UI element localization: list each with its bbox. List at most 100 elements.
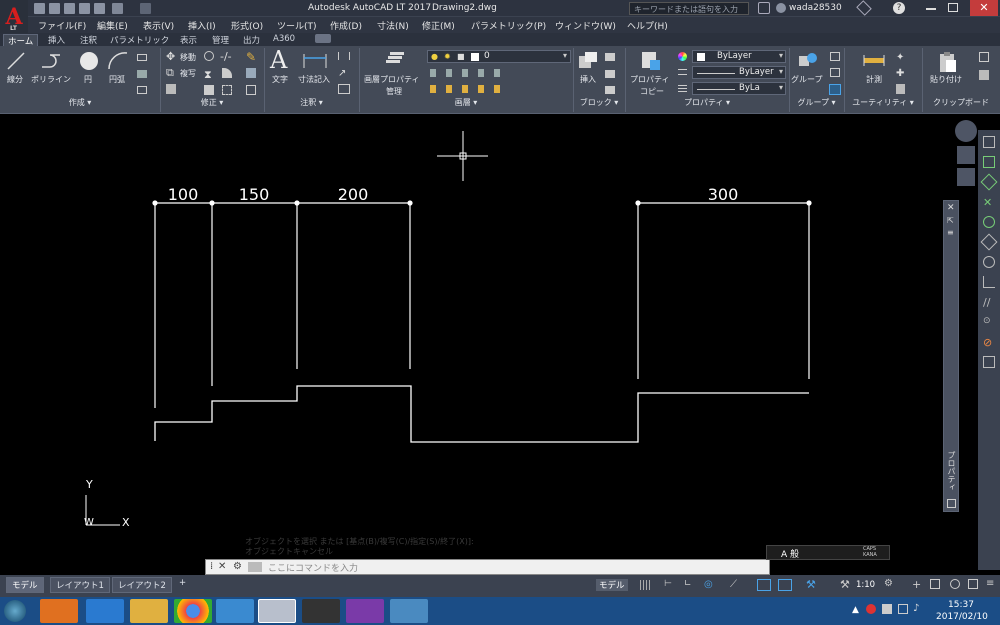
menu-modify[interactable]: 修正(M) xyxy=(422,19,455,32)
dimension-dot[interactable] xyxy=(407,200,413,206)
snap-mode-icon[interactable]: ⊢ xyxy=(664,579,672,589)
dimension-dot[interactable] xyxy=(635,200,641,206)
annotation-scale-icon[interactable]: ⚒ xyxy=(840,578,850,591)
menu-dimension[interactable]: 寸法(N) xyxy=(377,19,409,32)
open-icon[interactable] xyxy=(49,3,60,14)
paste-icon[interactable] xyxy=(938,50,958,74)
start-button-icon[interactable] xyxy=(4,600,26,622)
user-icon[interactable] xyxy=(776,3,786,13)
circle-icon[interactable] xyxy=(78,50,100,72)
line-label[interactable]: 線分 xyxy=(7,74,23,85)
hatch-icon[interactable] xyxy=(137,70,147,78)
binoculars-icon[interactable] xyxy=(758,2,770,14)
wrench-icon[interactable]: ⚙ xyxy=(233,561,242,572)
hpb-icon[interactable] xyxy=(302,599,340,623)
application-button[interactable]: A LT xyxy=(0,0,28,33)
text-label[interactable]: 文字 xyxy=(272,74,288,85)
dimension-dot[interactable] xyxy=(294,200,300,206)
paste-label[interactable]: 貼り付け xyxy=(930,74,962,85)
region-icon[interactable] xyxy=(137,86,147,94)
layer-properties-icon[interactable] xyxy=(383,50,405,72)
minimize-icon[interactable] xyxy=(926,8,936,10)
scale-icon[interactable] xyxy=(204,85,214,95)
pan-icon[interactable] xyxy=(957,146,975,164)
snap-parallel-icon[interactable]: // xyxy=(983,296,995,309)
menu-view[interactable]: 表示(V) xyxy=(143,19,174,32)
tray-flag-icon[interactable] xyxy=(882,604,892,614)
paint-app-icon[interactable] xyxy=(346,599,384,623)
tray-network-icon[interactable] xyxy=(898,604,908,614)
snap-tracking-icon[interactable] xyxy=(778,579,792,591)
properties-palette-strip[interactable]: ✕ ⇱ ≡ プロパティ xyxy=(943,200,959,512)
menu-tools[interactable]: ツール(T) xyxy=(277,19,317,32)
object-snap-icon[interactable] xyxy=(757,579,771,591)
group-label[interactable]: グループ xyxy=(791,74,823,85)
model-space-button[interactable]: モデル xyxy=(596,579,628,591)
tab-model[interactable]: モデル xyxy=(6,577,44,593)
linear-dim-icon[interactable] xyxy=(338,52,350,60)
navigation-bar[interactable] xyxy=(953,120,979,200)
tab-annotate[interactable]: 注釈 xyxy=(80,34,97,46)
copy-clip-icon[interactable] xyxy=(979,52,989,62)
tab-layout1[interactable]: レイアウト1 xyxy=(50,577,110,593)
explode-icon[interactable] xyxy=(246,68,256,78)
dimension-text-200[interactable]: 200 xyxy=(338,185,369,204)
settings-icon[interactable]: ≡ xyxy=(947,228,954,237)
command-input-placeholder[interactable]: ここにコマンドを入力 xyxy=(268,561,358,574)
fillet-icon[interactable] xyxy=(222,68,232,78)
tab-insert[interactable]: 挿入 xyxy=(48,34,65,46)
match-properties-icon[interactable] xyxy=(640,50,662,72)
ortho-icon[interactable]: ∟ xyxy=(684,579,692,589)
copy-icon[interactable]: ⧉ xyxy=(166,66,174,80)
polar-icon[interactable]: ◎ xyxy=(704,579,713,590)
menu-help[interactable]: ヘルプ(H) xyxy=(627,19,668,32)
plus-icon[interactable]: + xyxy=(912,578,921,591)
layer-tools-row1-icon[interactable] xyxy=(430,69,510,77)
menu-window[interactable]: ウィンドウ(W) xyxy=(555,19,616,32)
hardware-accel-icon[interactable] xyxy=(950,579,960,589)
profile-polyline[interactable] xyxy=(154,385,809,443)
tab-layout2[interactable]: レイアウト2 xyxy=(112,577,172,593)
search-input[interactable]: キーワードまたは語句を入力 xyxy=(629,2,749,15)
modify-panel-label[interactable]: 修正 ▾ xyxy=(160,97,264,111)
linetype-dropdown[interactable]: ByLayer ▾ xyxy=(692,66,786,79)
tab-a360[interactable]: A360 xyxy=(273,34,295,44)
polyline-label[interactable]: ポリライン xyxy=(31,74,71,85)
circle-label[interactable]: 円 xyxy=(84,74,92,85)
save-as-icon[interactable] xyxy=(79,3,90,14)
snap-tangent-icon[interactable] xyxy=(983,256,995,268)
copy-label[interactable]: 複写 xyxy=(180,68,196,79)
chrome-icon[interactable] xyxy=(174,599,212,623)
menu-format[interactable]: 形式(O) xyxy=(231,19,263,32)
save-icon[interactable] xyxy=(64,3,75,14)
help-icon[interactable]: ? xyxy=(893,2,905,14)
line-icon[interactable] xyxy=(6,51,26,71)
palette-icon[interactable] xyxy=(947,499,956,508)
properties-panel-label[interactable]: プロパティ ▾ xyxy=(625,97,789,111)
paint-palette-icon[interactable] xyxy=(390,599,428,623)
pin-icon[interactable]: ⇱ xyxy=(947,216,954,225)
thunderbird-icon[interactable] xyxy=(216,599,254,623)
volume-icon[interactable]: ♪ xyxy=(913,603,919,614)
arc-label[interactable]: 円弧 xyxy=(109,74,125,85)
trim-icon[interactable]: -/- xyxy=(220,50,232,63)
array-icon[interactable] xyxy=(222,85,232,95)
ortho-tool-icon[interactable] xyxy=(983,136,995,148)
file-explorer-icon[interactable] xyxy=(130,599,168,623)
group-select-icon[interactable] xyxy=(829,84,841,95)
quick-select-icon[interactable]: ✦ xyxy=(896,52,904,63)
gear-icon[interactable]: ⚙ xyxy=(884,578,893,589)
snap-none-icon[interactable]: ⊘ xyxy=(983,336,995,349)
tab-options-icon[interactable] xyxy=(315,34,331,43)
menu-insert[interactable]: 挿入(I) xyxy=(188,19,216,32)
drawing-canvas[interactable]: 100 150 200 300 Y X W xyxy=(0,115,1000,575)
table-icon[interactable] xyxy=(338,84,350,94)
snap-settings-icon[interactable] xyxy=(983,356,995,368)
edit-block-icon[interactable] xyxy=(605,70,615,78)
zoom-icon[interactable] xyxy=(957,168,975,186)
undo-icon[interactable] xyxy=(112,3,123,14)
measure-label[interactable]: 計測 xyxy=(866,74,882,85)
stretch-icon[interactable] xyxy=(166,84,176,94)
drawing-svg[interactable]: 100 150 200 300 Y X W xyxy=(0,115,1000,575)
lineweight-dropdown[interactable]: ByLa ▾ xyxy=(692,82,786,95)
